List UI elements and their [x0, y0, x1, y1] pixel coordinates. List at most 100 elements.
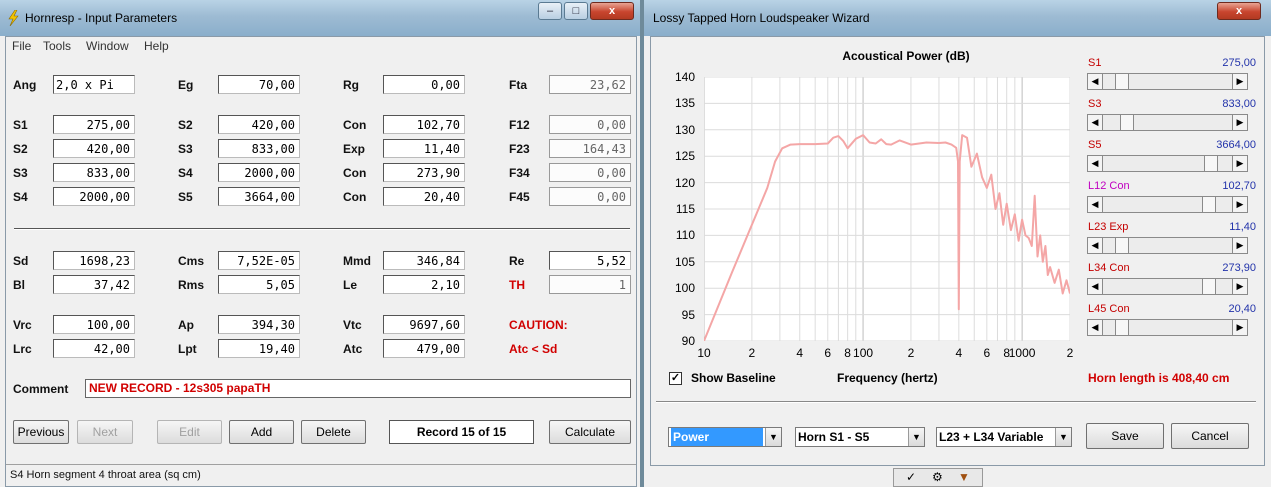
arrow-right-icon[interactable]: ▶ — [1232, 279, 1247, 294]
delete-button[interactable]: Delete — [301, 420, 366, 444]
field-con3[interactable]: 20,40 — [383, 187, 465, 206]
field-s4-col2[interactable]: 2000,00 — [218, 163, 300, 182]
arrow-right-icon[interactable]: ▶ — [1232, 74, 1247, 89]
field-s4[interactable]: 2000,00 — [53, 187, 135, 206]
save-button[interactable]: Save — [1086, 423, 1164, 449]
next-button[interactable]: Next — [77, 420, 133, 444]
show-baseline-checkbox[interactable]: ✓ — [669, 372, 682, 385]
field-atc[interactable]: 479,00 — [383, 339, 465, 358]
y-tick-label: 100 — [674, 281, 695, 296]
field-lpt[interactable]: 19,40 — [218, 339, 300, 358]
arrow-left-icon[interactable]: ◀ — [1088, 197, 1103, 212]
menu-help[interactable]: Help — [144, 39, 169, 53]
label-f34: F34 — [509, 166, 530, 180]
power-combo[interactable]: Power ▼ — [668, 427, 782, 447]
field-s1[interactable]: 275,00 — [53, 115, 135, 134]
left-titlebar[interactable]: Hornresp - Input Parameters – □ x — [0, 0, 640, 36]
field-eg[interactable]: 70,00 — [218, 75, 300, 94]
arrow-left-icon[interactable]: ◀ — [1088, 279, 1103, 294]
field-f23: 164,43 — [549, 139, 631, 158]
field-rg[interactable]: 0,00 — [383, 75, 465, 94]
power-combo-value: Power — [671, 428, 763, 446]
slider-l12[interactable]: ◀ ▶ — [1087, 196, 1248, 213]
label-rms: Rms — [178, 278, 205, 292]
right-titlebar[interactable]: Lossy Tapped Horn Loudspeaker Wizard x — [644, 0, 1271, 36]
field-cms[interactable]: 7,52E-05 — [218, 251, 300, 270]
close-button[interactable]: x — [590, 2, 634, 20]
arrow-left-icon[interactable]: ◀ — [1088, 115, 1103, 130]
horn-combo[interactable]: Horn S1 - S5 ▼ — [795, 427, 925, 447]
arrow-left-icon[interactable]: ◀ — [1088, 238, 1103, 253]
field-s3-col2[interactable]: 833,00 — [218, 139, 300, 158]
arrow-right-icon[interactable]: ▶ — [1232, 320, 1247, 335]
label-s3-col2: S3 — [178, 142, 193, 156]
caution-detail: Atc < Sd — [509, 342, 558, 356]
slider-thumb[interactable] — [1114, 238, 1129, 253]
field-vrc[interactable]: 100,00 — [53, 315, 135, 334]
label-s2: S2 — [13, 142, 28, 156]
wizard-close-button[interactable]: x — [1217, 2, 1261, 20]
field-s2-col2[interactable]: 420,00 — [218, 115, 300, 134]
minimize-button[interactable]: – — [538, 2, 562, 20]
field-ang[interactable]: 2,0 x Pi — [53, 75, 135, 94]
field-le[interactable]: 2,10 — [383, 275, 465, 294]
add-button[interactable]: Add — [229, 420, 294, 444]
slider-l45[interactable]: ◀ ▶ — [1087, 319, 1248, 336]
field-s2[interactable]: 420,00 — [53, 139, 135, 158]
menu-window[interactable]: Window — [86, 39, 129, 53]
field-s5[interactable]: 3664,00 — [218, 187, 300, 206]
slider-thumb[interactable] — [1120, 115, 1135, 130]
field-s3[interactable]: 833,00 — [53, 163, 135, 182]
slider-l34[interactable]: ◀ ▶ — [1087, 278, 1248, 295]
label-con3: Con — [343, 190, 367, 204]
field-bl[interactable]: 37,42 — [53, 275, 135, 294]
menu-tools[interactable]: Tools — [43, 39, 71, 53]
field-exp[interactable]: 11,40 — [383, 139, 465, 158]
slider-thumb[interactable] — [1201, 279, 1216, 294]
field-con2[interactable]: 273,90 — [383, 163, 465, 182]
maximize-button[interactable]: □ — [564, 2, 588, 20]
bottom-separator — [656, 401, 1256, 403]
edit-button[interactable]: Edit — [157, 420, 222, 444]
arrow-left-icon[interactable]: ◀ — [1088, 74, 1103, 89]
cancel-button[interactable]: Cancel — [1171, 423, 1249, 449]
arrow-right-icon[interactable]: ▶ — [1232, 238, 1247, 253]
comment-field[interactable]: NEW RECORD - 12s305 papaTH — [85, 379, 631, 398]
field-con1[interactable]: 102,70 — [383, 115, 465, 134]
menu-file[interactable]: File — [12, 39, 31, 53]
slider-l23[interactable]: ◀ ▶ — [1087, 237, 1248, 254]
label-eg: Eg — [178, 78, 194, 92]
arrow-right-icon[interactable]: ▶ — [1232, 115, 1247, 130]
arrow-left-icon[interactable]: ◀ — [1088, 320, 1103, 335]
slider-thumb[interactable] — [1201, 197, 1216, 212]
label-lpt: Lpt — [178, 342, 197, 356]
field-rms[interactable]: 5,05 — [218, 275, 300, 294]
x-tick-label: 4 — [796, 346, 804, 360]
slider-thumb[interactable] — [1114, 320, 1129, 335]
variable-combo[interactable]: L23 + L34 Variable ▼ — [936, 427, 1072, 447]
chevron-down-icon: ▼ — [1055, 428, 1071, 446]
arrow-right-icon[interactable]: ▶ — [1232, 197, 1247, 212]
y-tick-label: 130 — [674, 122, 695, 137]
slider-s1[interactable]: ◀ ▶ — [1087, 73, 1248, 90]
label-vtc: Vtc — [343, 318, 362, 332]
arrow-right-icon[interactable]: ▶ — [1232, 156, 1247, 171]
field-re[interactable]: 5,52 — [549, 251, 631, 270]
slider-s5[interactable]: ◀ ▶ — [1087, 155, 1248, 172]
field-ap[interactable]: 394,30 — [218, 315, 300, 334]
arrow-left-icon[interactable]: ◀ — [1088, 156, 1103, 171]
field-mmd[interactable]: 346,84 — [383, 251, 465, 270]
x-tick-label: 4 — [955, 346, 963, 360]
slider-s3[interactable]: ◀ ▶ — [1087, 114, 1248, 131]
field-sd[interactable]: 1698,23 — [53, 251, 135, 270]
field-lrc[interactable]: 42,00 — [53, 339, 135, 358]
slider-thumb[interactable] — [1114, 74, 1129, 89]
field-vtc[interactable]: 9697,60 — [383, 315, 465, 334]
label-f45: F45 — [509, 190, 530, 204]
label-s5: S5 — [178, 190, 193, 204]
calculate-button[interactable]: Calculate — [549, 420, 631, 444]
field-fta: 23,62 — [549, 75, 631, 94]
previous-button[interactable]: Previous — [13, 420, 69, 444]
slider-thumb[interactable] — [1204, 156, 1219, 171]
field-f34: 0,00 — [549, 163, 631, 182]
